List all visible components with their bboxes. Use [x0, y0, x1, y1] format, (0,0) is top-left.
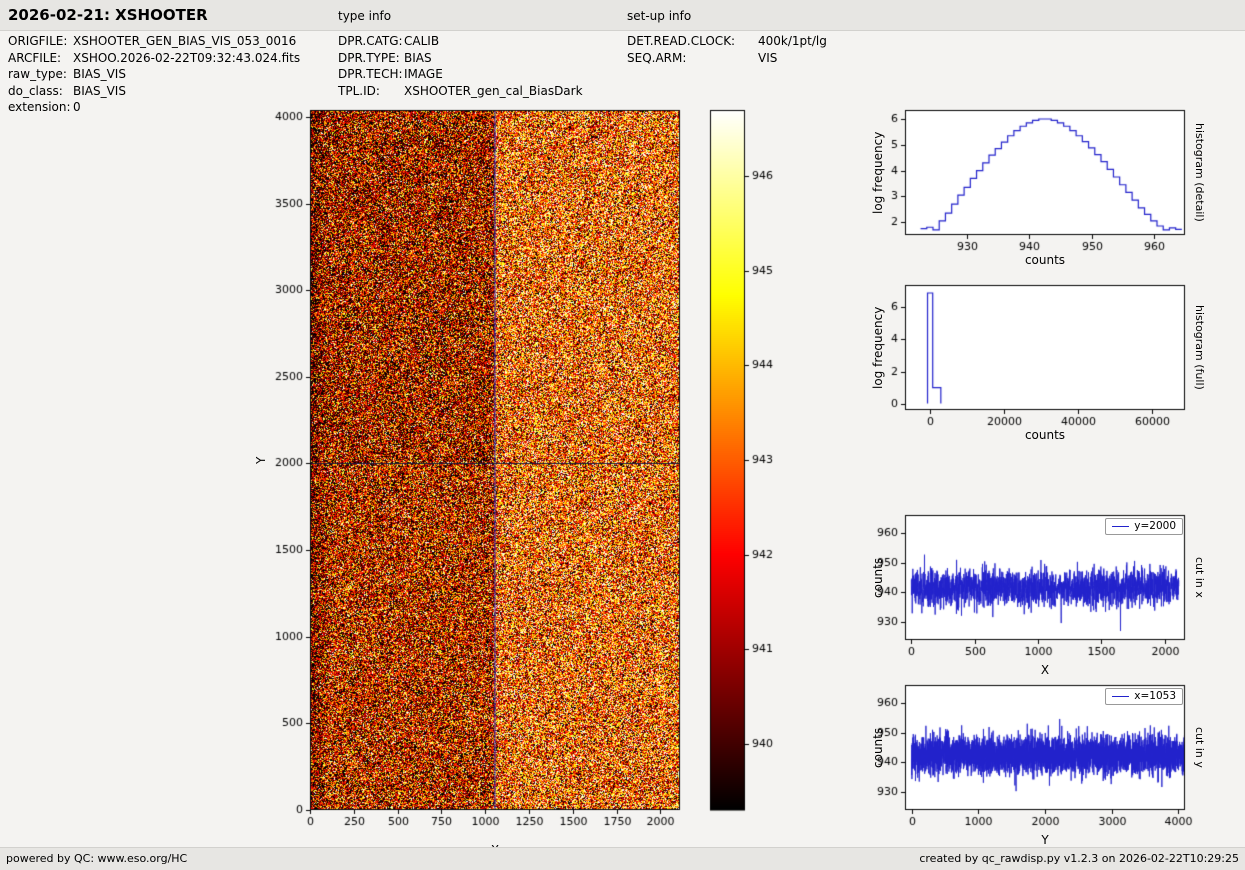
footer-powered-by: powered by QC: www.eso.org/HC	[6, 852, 188, 865]
meta-value: BIAS_VIS	[73, 67, 126, 81]
y-axis-label: counts	[871, 557, 885, 598]
meta-label: DPR.TYPE:	[338, 50, 400, 65]
legend-line-swatch	[1112, 525, 1130, 527]
histogram-full-canvas	[855, 275, 1245, 450]
cut-in-x-canvas	[855, 505, 1245, 680]
right-side-label: cut in y	[1193, 727, 1206, 768]
meta-label: DPR.CATG:	[338, 34, 403, 48]
meta-value: XSHOOTER_gen_cal_BiasDark	[404, 83, 583, 98]
meta-label: ARCFILE:	[8, 50, 62, 65]
meta-value: 400k/1pt/lg	[758, 34, 827, 48]
meta-label: TPL.ID:	[338, 83, 380, 98]
type-info-heading: type info	[338, 9, 392, 23]
x-axis-label: Y	[1041, 833, 1049, 847]
footer-created-by: created by qc_rawdisp.py v1.2.3 on 2026-…	[919, 852, 1239, 865]
meta-value: IMAGE	[404, 67, 443, 81]
meta-label: DPR.TECH:	[338, 67, 403, 81]
meta-value: BIAS_VIS	[73, 83, 126, 98]
header-bar: 2026-02-21: XSHOOTER type info set-up in…	[0, 0, 1245, 31]
colorbar	[700, 100, 785, 860]
y-axis-label: log frequency	[871, 306, 885, 389]
legend-box: y=2000	[1105, 518, 1183, 535]
y-axis-label: log frequency	[871, 131, 885, 214]
meta-value: XSHOOTER_GEN_BIAS_VIS_053_0016	[73, 34, 297, 48]
right-side-label: cut in x	[1193, 557, 1206, 598]
legend-label: x=1053	[1134, 690, 1176, 702]
setup-info-block: DET.READ.CLOCK: 400k/1pt/lg SEQ.ARM: VIS	[627, 33, 827, 66]
meta-label: SEQ.ARM:	[627, 50, 687, 65]
bias-image-canvas	[250, 100, 710, 860]
cut-in-y-plot: counts cut in y Y x=1053	[855, 675, 1245, 855]
meta-row-dpr-tech: DPR.TECH:IMAGE	[338, 66, 583, 83]
meta-value: BIAS	[404, 50, 432, 65]
meta-value: CALIB	[404, 34, 440, 48]
meta-row-dpr-type: DPR.TYPE: BIAS	[338, 50, 583, 67]
meta-row-arcfile: ARCFILE: XSHOO.2026-02-22T09:32:43.024.fi…	[8, 50, 300, 67]
meta-row-tpl-id: TPL.ID: XSHOOTER_gen_cal_BiasDark	[338, 83, 583, 100]
legend-box: x=1053	[1105, 688, 1183, 705]
right-side-label: histogram (detail)	[1193, 123, 1206, 222]
meta-value: XSHOO.2026-02-22T09:32:43.024.fits	[73, 50, 301, 65]
setup-info-heading: set-up info	[627, 9, 692, 23]
histogram-detail-plot: log frequency histogram (detail) counts	[855, 100, 1245, 280]
meta-label: raw_type:	[8, 67, 67, 81]
legend-label: y=2000	[1134, 520, 1176, 532]
cut-in-x-plot: counts cut in x X y=2000	[855, 505, 1245, 685]
right-side-label: histogram (full)	[1193, 305, 1206, 390]
meta-row-seq-arm: SEQ.ARM: VIS	[627, 50, 827, 67]
footer-bar: powered by QC: www.eso.org/HC created by…	[0, 847, 1245, 870]
bias-image-plot: Y X	[250, 100, 710, 860]
meta-value: VIS	[758, 50, 778, 65]
meta-row-origfile: ORIGFILE: XSHOOTER_GEN_BIAS_VIS_053_0016	[8, 33, 300, 50]
y-axis-label: counts	[871, 727, 885, 768]
cut-in-y-canvas	[855, 675, 1245, 850]
colorbar-canvas	[700, 100, 785, 860]
type-info-block: DPR.CATG:CALIB DPR.TYPE: BIAS DPR.TECH:IM…	[338, 33, 583, 99]
meta-label: ORIGFILE:	[8, 34, 68, 48]
y-axis-label: Y	[254, 456, 268, 464]
histogram-full-plot: log frequency histogram (full) counts	[855, 275, 1245, 455]
page-title: 2026-02-21: XSHOOTER	[8, 6, 208, 24]
qc-report-page: 2026-02-21: XSHOOTER type info set-up in…	[0, 0, 1245, 870]
meta-label: do_class:	[8, 83, 63, 98]
meta-label: extension:	[8, 100, 71, 114]
meta-label: DET.READ.CLOCK:	[627, 34, 736, 48]
histogram-detail-canvas	[855, 100, 1245, 275]
meta-row-read-clock: DET.READ.CLOCK: 400k/1pt/lg	[627, 33, 827, 50]
meta-value: 0	[73, 100, 81, 114]
meta-row-raw-type: raw_type: BIAS_VIS	[8, 66, 300, 83]
x-axis-label: counts	[1024, 253, 1066, 267]
meta-row-dpr-catg: DPR.CATG:CALIB	[338, 33, 583, 50]
legend-line-swatch	[1112, 695, 1130, 697]
meta-row-do-class: do_class: BIAS_VIS	[8, 83, 300, 100]
x-axis-label: counts	[1024, 428, 1066, 442]
